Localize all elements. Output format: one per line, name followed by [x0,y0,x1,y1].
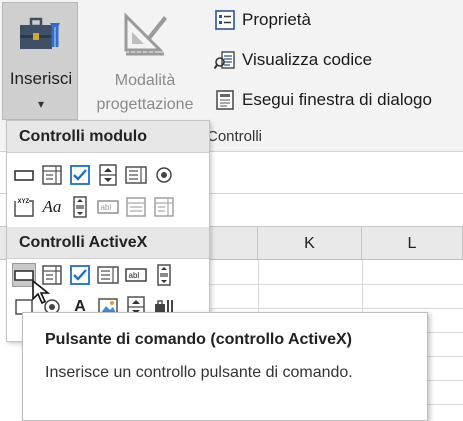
column-header-k[interactable]: K [258,227,362,261]
tooltip-title: Pulsante di comando (controllo ActiveX) [45,331,352,348]
checkbox-icon[interactable] [69,264,91,286]
combo-drop-edit-icon[interactable] [153,196,175,218]
form-controls-header: Controlli modulo [7,121,209,153]
activex-controls-header: Controlli ActiveX [7,227,209,259]
checkbox-icon[interactable] [69,164,91,186]
scroll-bar-icon[interactable] [69,196,91,218]
grid-line [180,308,463,309]
design-mode-button[interactable]: Modalità progettazione [84,2,206,118]
label-control-icon[interactable]: Aa [41,196,63,218]
toolbox-icon [20,17,60,49]
form-controls-row [13,161,175,189]
list-box-icon[interactable] [125,164,147,186]
column-header-label: K [304,235,315,252]
insert-label: Inserisci [9,69,73,88]
properties-label: Proprietà [242,10,311,29]
grid-line [180,284,463,285]
tooltip-description: Inserisce un controllo pulsante di coman… [45,364,353,381]
button-control-icon[interactable] [13,164,35,186]
combo-box-icon[interactable] [41,164,63,186]
scroll-bar-icon[interactable] [153,264,175,286]
properties-button[interactable]: Proprietà [214,6,311,34]
label-control-text: Aa [42,197,62,216]
run-dialog-button[interactable]: Esegui finestra di dialogo [214,86,432,114]
insert-controls-dropdown: Controlli modulo XYZ Aa abl Controlli Ac… [6,120,210,342]
controls-group-label: Controlli [207,128,263,145]
list-box-icon[interactable] [97,264,119,286]
column-header-label: L [407,235,417,252]
run-dialog-label: Esegui finestra di dialogo [242,90,432,109]
view-code-label: Visualizza codice [242,50,373,69]
design-ruler-icon [124,12,167,56]
svg-text:abl: abl [129,271,140,280]
column-header-l[interactable]: L [362,227,463,261]
mouse-pointer-icon [32,279,51,305]
option-button-icon[interactable] [153,164,175,186]
run-dialog-icon [216,90,234,110]
command-button-tooltip: Pulsante di comando (controllo ActiveX) … [22,312,428,421]
chevron-down-icon: ▾ [37,97,45,111]
view-code-button[interactable]: Visualizza codice [214,46,372,74]
design-mode-label-line1: Modalità [114,72,176,89]
svg-text:XYZ: XYZ [18,199,30,205]
group-box-icon[interactable]: XYZ [13,196,35,218]
spin-button-icon[interactable] [97,164,119,186]
text-box-icon[interactable]: abl [125,264,147,286]
svg-text:abl: abl [101,203,112,212]
insert-controls-button[interactable]: Inserisci ▾ [2,2,78,120]
design-mode-label-line2: progettazione [96,96,194,113]
view-code-icon [214,51,235,70]
form-controls-row: XYZ Aa abl [13,193,175,221]
properties-icon [215,10,235,30]
text-field-icon[interactable]: abl [97,196,119,218]
combo-list-edit-icon[interactable] [125,196,147,218]
